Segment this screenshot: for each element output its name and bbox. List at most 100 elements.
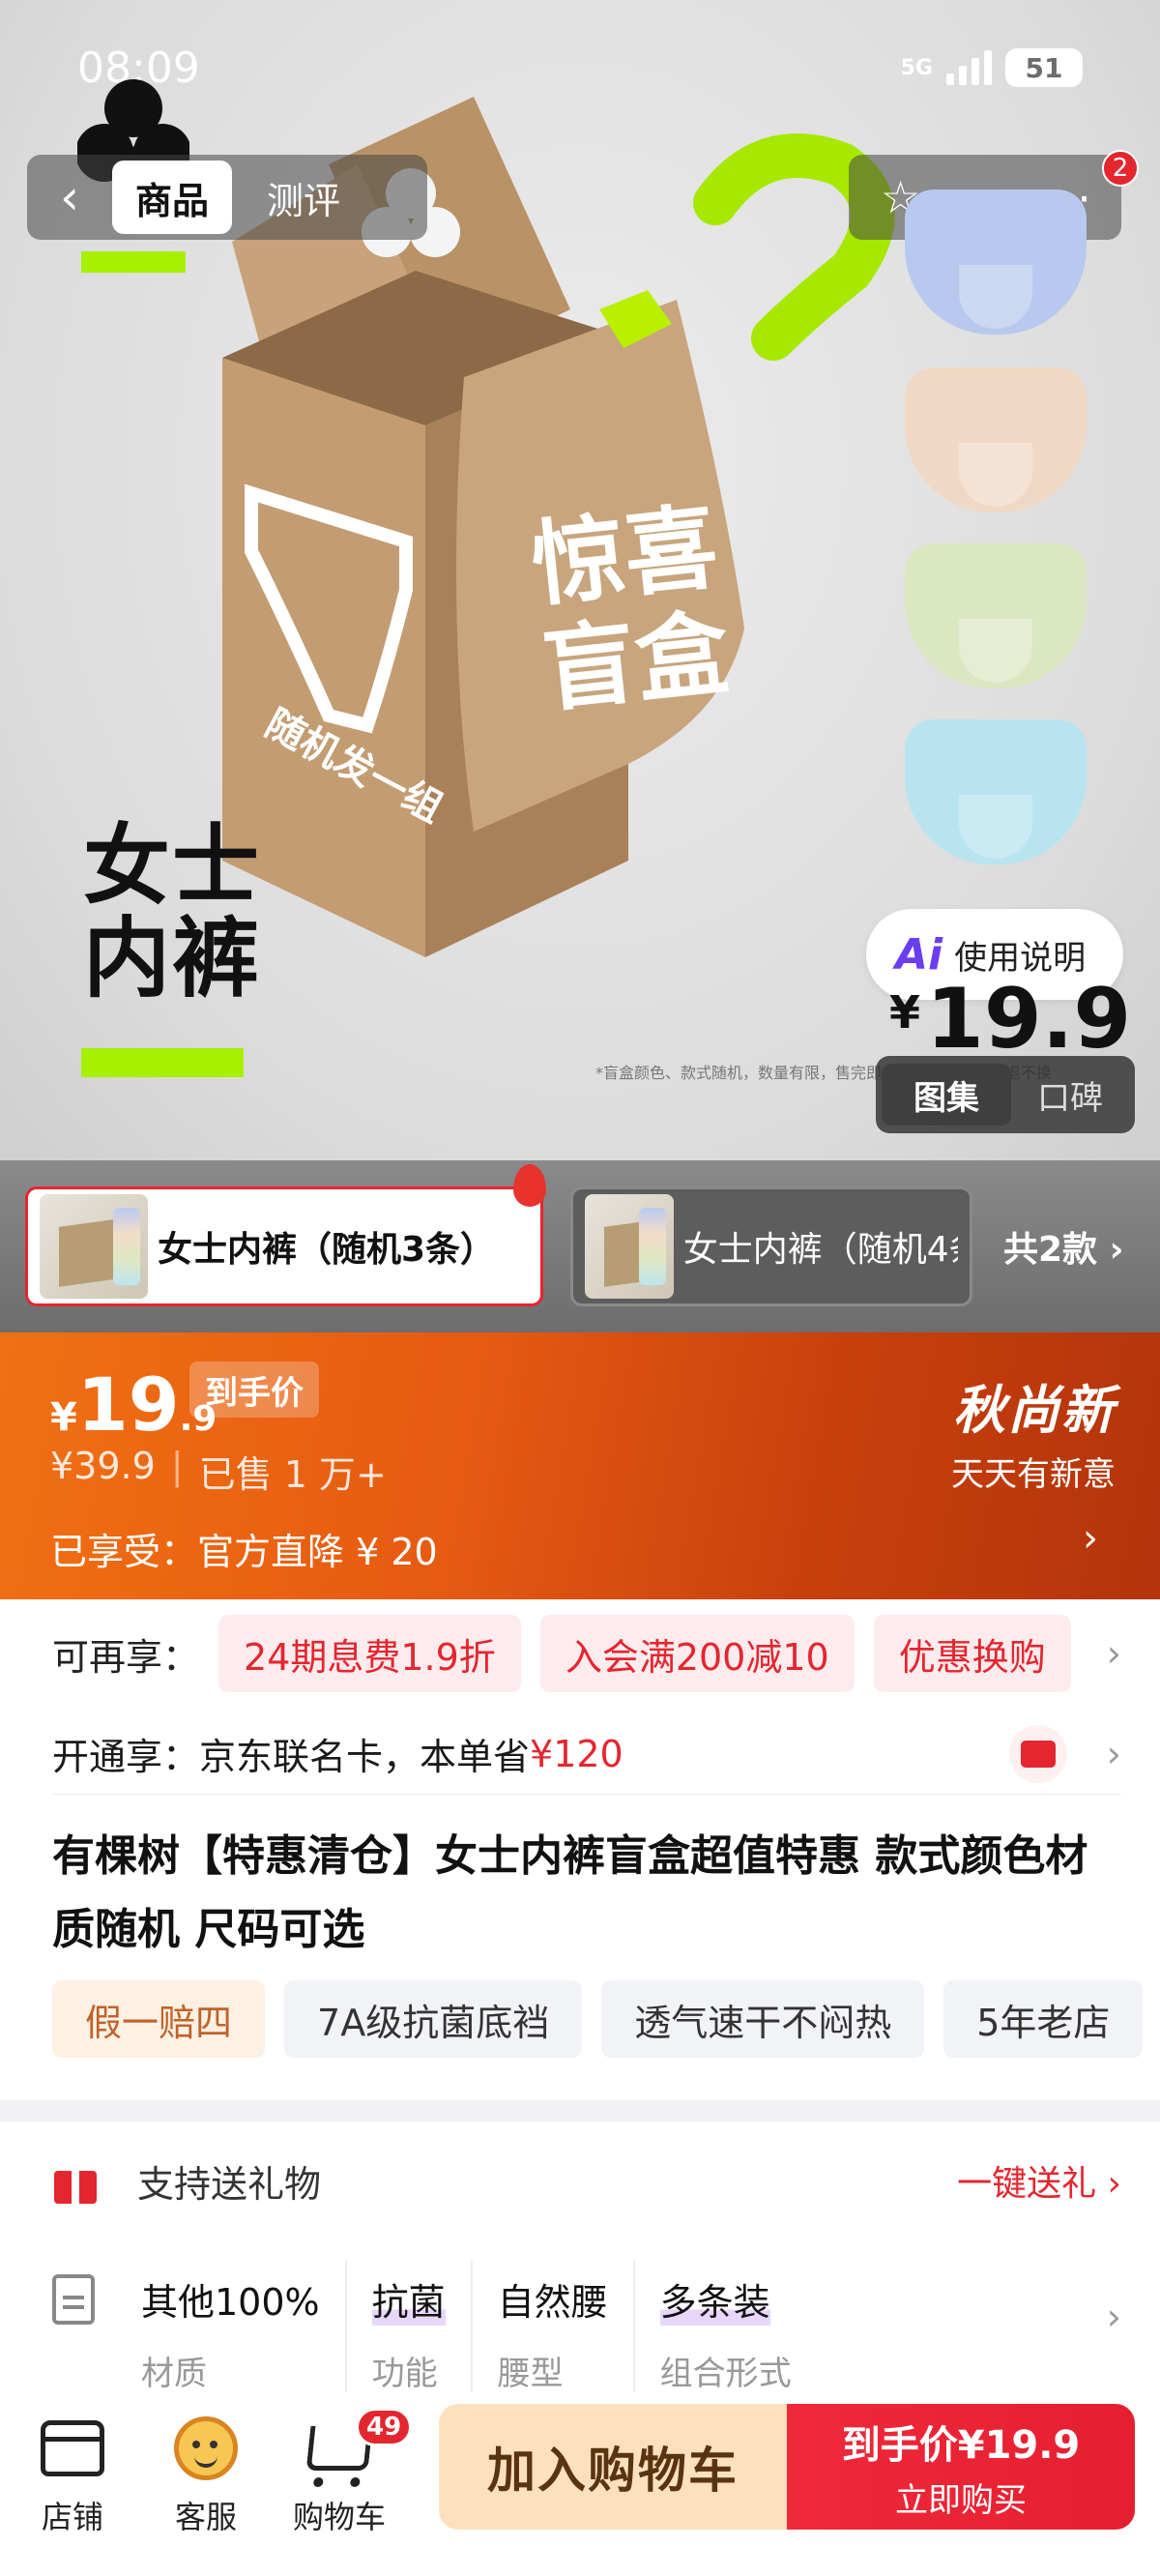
underwear-cyan	[905, 719, 1087, 864]
variant-option[interactable]: 女士内裤（随机4条）	[570, 1186, 972, 1306]
product-tag[interactable]: 透气速干不闷热	[601, 1980, 925, 2058]
spec-value: 多条装	[659, 2272, 770, 2326]
card-offer-text: 开通享：京东联名卡，本单省	[52, 1736, 531, 1778]
spec-key: 腰型	[497, 2355, 564, 2392]
original-price: ¥39.9	[50, 1445, 156, 1487]
cart-label: 购物车	[292, 2499, 386, 2535]
tab-goods[interactable]: 商品	[112, 161, 232, 234]
spec-key: 功能	[371, 2355, 438, 2392]
cart-count-badge: 49	[356, 2408, 413, 2446]
underwear-green	[905, 543, 1087, 688]
hero-title-line1: 女士	[83, 815, 261, 917]
spec-item: 多条装 组合形式	[635, 2261, 817, 2392]
underwear-peach	[905, 367, 1087, 512]
promo-chip[interactable]: 优惠换购	[873, 1615, 1071, 1692]
back-icon[interactable]: ‹	[27, 155, 112, 240]
product-title: 有棵树【特惠清仓】女士内裤盲盒超值特惠 款式颜色材质随机 尺码可选	[52, 1831, 1088, 1954]
gift-label: 支持送礼物	[137, 2162, 322, 2206]
credit-card-icon	[1009, 1724, 1067, 1783]
hot-flame-icon	[513, 1164, 546, 1207]
price-symbol: ¥	[50, 1395, 77, 1440]
buy-price: 到手价¥19.9	[841, 2422, 1081, 2468]
tab-gallery[interactable]: 图集	[882, 1064, 1011, 1126]
product-tag[interactable]: 7A级抗菌底裆	[284, 1980, 583, 2058]
promo-chip[interactable]: 24期息费1.9折	[218, 1615, 521, 1692]
signal-icon	[946, 50, 992, 85]
bottom-action-bar: 店铺 客服 购物车 49 加入购物车 到手价¥19.9 立即购买	[0, 2392, 1160, 2576]
hero-price-value: 19.9	[926, 971, 1132, 1068]
campaign-brand: 秋尚新 天天有新意	[951, 1367, 1116, 1495]
spec-value: 自然腰	[497, 2281, 608, 2324]
chevron-right-icon: ›	[1092, 2296, 1121, 2338]
campaign-subtitle: 天天有新意	[951, 1455, 1116, 1494]
accent-bar	[81, 251, 186, 273]
buy-now-label: 立即购买	[895, 2480, 1027, 2520]
spec-value: 抗菌	[371, 2272, 446, 2326]
customer-service-button[interactable]: 客服	[143, 2412, 269, 2537]
final-price-tag: 到手价	[189, 1361, 319, 1418]
hero-image[interactable]: 08:09 5G 51 ‹ 商品 测评 ☆ ➦ ⋯ 2 惊喜 盲盒 随机发一组 …	[0, 0, 1160, 1160]
product-info-card: 可再享： 24期息费1.9折 入会满200减10 优惠换购 › 开通享：京东联名…	[0, 1599, 1160, 2100]
product-tag[interactable]: 假一赔四	[52, 1980, 266, 2058]
variant-label: 女士内裤（随机4条）	[682, 1230, 958, 1270]
variant-selector: 女士内裤（随机3条） 女士内裤（随机4条） 共2款 ›	[0, 1160, 1160, 1332]
send-gift-link[interactable]: 一键送礼 ›	[957, 2155, 1121, 2206]
box-text-line2: 盲盒	[537, 598, 735, 726]
accent-bar-bottom	[81, 1048, 244, 1077]
store-button[interactable]: 店铺	[10, 2412, 135, 2537]
variant-label: 女士内裤（随机3条）	[158, 1230, 496, 1270]
specs-row[interactable]: 其他100% 材质 抗菌 功能 自然腰 腰型 多条装 组合形式 ›	[52, 2261, 1121, 2392]
spec-value: 其他100%	[141, 2281, 320, 2324]
chevron-right-icon: ›	[1083, 1516, 1098, 1561]
hero-price: ¥19.9	[889, 971, 1131, 1068]
network-label: 5G	[900, 55, 933, 80]
hero-title-line2: 内裤	[83, 908, 261, 1010]
spec-item: 其他100% 材质	[141, 2261, 347, 2392]
underwear-blue	[905, 190, 1087, 335]
promo-chip[interactable]: 入会满200减10	[539, 1615, 855, 1692]
box-text-line1: 惊喜	[526, 492, 723, 621]
price-integer: 19	[76, 1361, 180, 1448]
product-tags: 假一赔四 7A级抗菌底裆 透气速干不闷热 5年老店	[52, 1980, 1160, 2058]
message-badge: 2	[1102, 150, 1139, 187]
shopping-cart-button[interactable]: 购物车 49	[276, 2408, 413, 2537]
gift-icon	[52, 2157, 99, 2204]
customer-service-icon	[174, 2416, 238, 2480]
header-left-group: ‹ 商品 测评	[27, 155, 427, 240]
store-label: 店铺	[41, 2499, 103, 2535]
spec-item: 自然腰 腰型	[473, 2261, 635, 2392]
card-offer-amount: ¥120	[530, 1732, 624, 1775]
store-icon	[41, 2420, 104, 2476]
status-bar: 08:09 5G 51	[77, 39, 1083, 97]
box-headline: 惊喜 盲盒	[526, 492, 735, 726]
service-label: 客服	[174, 2499, 237, 2535]
price-original-row: ¥39.9 | 已售 1 万+	[50, 1445, 387, 1496]
product-tag[interactable]: 5年老店	[943, 1980, 1144, 2058]
document-icon	[52, 2274, 95, 2325]
gallery-switch: 图集 口碑	[876, 1056, 1135, 1133]
more-variants-label: 共2款	[1003, 1230, 1098, 1270]
tab-review[interactable]: 测评	[232, 161, 375, 234]
sold-count: 已售 1 万+	[198, 1453, 387, 1496]
buy-now-button[interactable]: 到手价¥19.9 立即购买	[787, 2404, 1135, 2530]
tab-reputation[interactable]: 口碑	[1011, 1071, 1129, 1119]
spec-item: 抗菌 功能	[347, 2261, 473, 2392]
variant-option[interactable]: 女士内裤（随机3条）	[25, 1164, 546, 1306]
spec-key: 组合形式	[659, 2355, 792, 2392]
discount-info: 已享受：官方直降 ¥ 20	[50, 1531, 438, 1573]
gift-row[interactable]: 支持送礼物 一键送礼 ›	[52, 2147, 1121, 2214]
chevron-right-icon: ›	[1106, 1732, 1121, 1775]
extra-promotions-row[interactable]: 可再享： 24期息费1.9折 入会满200减10 优惠换购 ›	[52, 1613, 1121, 1694]
add-to-cart-button[interactable]: 加入购物车	[439, 2404, 787, 2530]
variant-thumbnail	[40, 1194, 148, 1299]
send-gift-label: 一键送礼	[957, 2164, 1097, 2204]
credit-card-offer-row[interactable]: 开通享：京东联名卡，本单省 ¥120 ›	[52, 1713, 1121, 1795]
battery-icon: 51	[1005, 48, 1083, 87]
promotions-label: 可再享：	[52, 1635, 200, 1679]
price-banner[interactable]: ¥19.9 到手价 ¥39.9 | 已售 1 万+ 已享受：官方直降 ¥ 20 …	[0, 1332, 1160, 1599]
variant-thumbnail	[585, 1194, 674, 1299]
service-specs-card: 支持送礼物 一键送礼 › 其他100% 材质 抗菌 功能 自然腰 腰型 多条装 …	[0, 2122, 1160, 2392]
hero-title: 女士 内裤	[83, 820, 261, 1006]
more-variants-link[interactable]: 共2款 ›	[1003, 1221, 1123, 1272]
chevron-right-icon: ›	[1094, 1632, 1121, 1675]
